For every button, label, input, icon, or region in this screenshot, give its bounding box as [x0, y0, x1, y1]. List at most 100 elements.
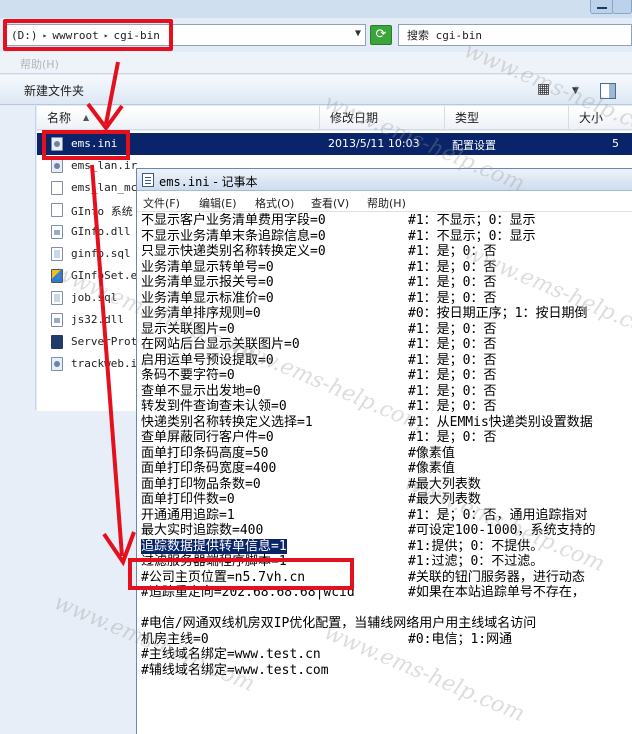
config-file-icon: [51, 159, 63, 173]
selected-text: 追踪数据提供转单信息=1: [141, 538, 287, 554]
search-input[interactable]: 搜索 cgi-bin: [398, 24, 632, 46]
line-comment: #1：是；0：否: [408, 430, 497, 445]
line-key: 面单打印物品条数=0: [141, 476, 261, 492]
notepad-text-area[interactable]: 不显示客户业务清单费用字段=0 #1：不显示；0：显示 不显示业务清单末条追踪信息=…: [141, 213, 632, 734]
line-comment: #1：是；0：否: [408, 383, 497, 399]
navigation-pane-lower: [0, 410, 140, 734]
file-row[interactable]: ems.ini 2013/5/11 10:03 配置设置 5: [37, 133, 632, 155]
line-comment: #1：是；0：否: [408, 352, 497, 368]
chevron-down-icon[interactable]: ▼: [572, 86, 579, 96]
line-full: #电信/网通双线机房双IP优化配置，当辅线网络用户用主线域名访问: [141, 616, 537, 631]
column-name[interactable]: 名称 ▲: [37, 106, 320, 130]
chevron-right-icon[interactable]: ▸: [43, 31, 48, 40]
notepad-window: ems.ini - 记事本 文件(F) 编辑(E) 格式(O) 查看(V) 帮助…: [136, 168, 632, 734]
file-name: ems_lan.ir: [71, 159, 138, 172]
view-options-icon[interactable]: ▦: [537, 81, 550, 97]
line-comment: #1：是；0：否: [408, 259, 497, 275]
refresh-button[interactable]: ⟳: [370, 25, 392, 45]
line-comment: #可设定100-1000，系统支持的: [408, 523, 596, 538]
line-key: 条码不要字符=0: [141, 368, 235, 383]
line-key: 转发到件查询查未认领=0: [141, 399, 287, 414]
file-icon: [51, 181, 63, 195]
column-type[interactable]: 类型: [445, 106, 569, 130]
file-name: GInfo.dll: [71, 225, 131, 238]
line-key: 启用运单号预设提取=0: [141, 352, 274, 368]
line-key: 不显示业务清单末条追踪信息=0: [141, 228, 326, 244]
line-key: 不显示客户业务清单费用字段=0: [141, 213, 326, 228]
file-name: ems.ini: [71, 137, 118, 150]
notepad-menu-bar: 文件(F) 编辑(E) 格式(O) 查看(V) 帮助(H): [137, 192, 632, 212]
menu-help[interactable]: 帮助(H): [20, 56, 59, 72]
line-comment: #1：是；0：否: [408, 321, 497, 337]
line-comment: #最大列表数: [408, 492, 481, 507]
notepad-title-app: - 记事本: [209, 175, 258, 189]
line-comment: #最大列表数: [408, 476, 481, 492]
line-key: 开通通用追踪=1: [141, 507, 235, 523]
line-comment: #关联的钮门服务器，进行动态: [408, 569, 585, 585]
file-size: 5: [612, 137, 619, 150]
address-segment-drive[interactable]: (D:): [11, 29, 38, 42]
sql-file-icon: [51, 247, 63, 261]
line-key: 业务清单显示转单号=0: [141, 259, 274, 275]
file-name: ginfo.sql: [71, 247, 131, 260]
menu-view[interactable]: 查看(V): [311, 195, 349, 211]
line-comment: #1：不显示；0：显示: [408, 213, 536, 228]
minimize-button[interactable]: [590, 0, 614, 14]
file-name: ems_lan_mc: [71, 181, 138, 194]
sql-file-icon: [51, 291, 63, 305]
address-segment-wwwroot[interactable]: wwwroot: [52, 29, 98, 42]
file-name: ServerProt: [71, 335, 138, 348]
menu-help[interactable]: 帮助(H): [367, 195, 406, 211]
chevron-down-icon[interactable]: ▼: [355, 28, 361, 39]
menu-file[interactable]: 文件(F): [143, 195, 180, 211]
maximize-button[interactable]: [612, 0, 632, 14]
dll-file-icon: [51, 225, 63, 239]
line-key: 面单打印条码高度=50: [141, 445, 269, 461]
column-size[interactable]: 大小: [569, 106, 632, 130]
explorer-menu-bar: 帮助(H): [0, 52, 632, 74]
file-name: js32.dll: [71, 313, 124, 326]
line-comment: #0:电信；1:网通: [408, 631, 513, 647]
search-label: 搜索 cgi-bin: [407, 29, 482, 42]
line-comment: #像素值: [408, 445, 455, 461]
config-file-icon: [51, 357, 63, 371]
line-key: 过滤服务器端程序脚本=1: [141, 554, 287, 569]
column-header: 名称 ▲ 修改日期 类型 大小: [37, 106, 632, 130]
explorer-toolbar: 新建文件夹 ▦ ▼: [0, 75, 632, 105]
line-comment: #1：从EMMis快递类别设置数据: [408, 414, 593, 430]
line-comment: #1：是；0：否: [408, 244, 497, 259]
notepad-title-file: ems.ini: [159, 175, 210, 189]
line-key: 快递类别名称转换定义选择=1: [141, 414, 313, 430]
line-comment: #1：是；0：否，通用追踪指对: [408, 507, 588, 523]
minimize-icon: [597, 7, 607, 9]
line-comment: #1：是；0：否: [408, 337, 497, 352]
line-key: 在网站后台显示关联图片=0: [141, 337, 300, 352]
line-comment: #1：不显示；0：显示: [408, 228, 536, 244]
line-comment: #1:过滤；0：不过滤。: [408, 554, 544, 569]
file-icon: [51, 203, 63, 217]
file-name: trackweb.i: [71, 357, 138, 370]
line-key: 业务清单显示标准价=0: [141, 290, 274, 306]
file-type: 配置设置: [452, 139, 496, 152]
refresh-icon: ⟳: [375, 27, 387, 42]
line-comment: #1:提供；0：不提供。: [408, 538, 544, 554]
server-file-icon: [51, 335, 63, 349]
line-key: 查单屏蔽同行客户件=0: [141, 430, 274, 445]
menu-edit[interactable]: 编辑(E): [199, 195, 237, 211]
line-key: 面单打印件数=0: [141, 492, 235, 507]
line-comment: #0：按日期正序；1：按日期倒: [408, 306, 588, 321]
address-bar[interactable]: (D:) ▸ wwwroot ▸ cgi-bin ▼: [4, 24, 366, 46]
address-segment-cgi-bin[interactable]: cgi-bin: [114, 29, 160, 42]
new-folder-button[interactable]: 新建文件夹: [24, 82, 84, 99]
file-name: GInfoSet.e: [71, 269, 138, 282]
notepad-icon: [142, 173, 154, 187]
column-date[interactable]: 修改日期: [320, 106, 445, 130]
notepad-title: ems.ini - 记事本: [159, 173, 258, 190]
config-file-icon: [51, 137, 63, 151]
notepad-title-bar: ems.ini - 记事本: [137, 169, 632, 191]
menu-format[interactable]: 格式(O): [255, 195, 294, 211]
file-name: job.sql: [71, 291, 118, 304]
preview-pane-icon[interactable]: [600, 83, 616, 99]
chevron-right-icon[interactable]: ▸: [104, 31, 109, 40]
line-comment: #1：是；0：否: [408, 275, 497, 290]
